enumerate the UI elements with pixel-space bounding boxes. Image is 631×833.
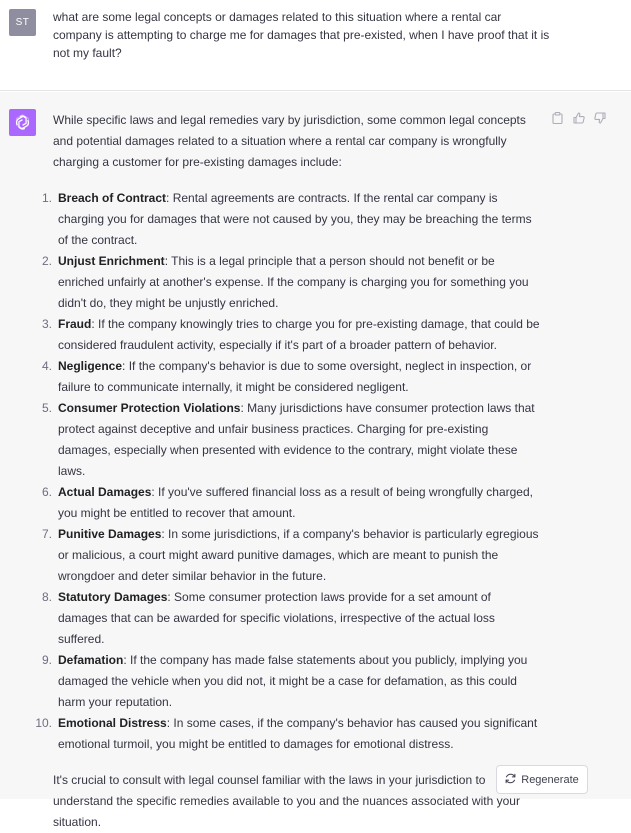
list-term: Unjust Enrichment [58, 254, 165, 268]
list-term: Statutory Damages [58, 590, 168, 604]
list-number: 3. [41, 317, 52, 331]
list-item: 4. Negligence: If the company's behavior … [42, 356, 543, 398]
list-number: 7. [41, 527, 52, 541]
list-term: Defamation [58, 653, 124, 667]
list-item: 3. Fraud: If the company knowingly tries … [42, 314, 543, 356]
assistant-intro: While specific laws and legal remedies v… [53, 113, 526, 169]
list-item: 6. Actual Damages: If you've suffered fin… [42, 482, 543, 524]
openai-logo-icon [9, 109, 36, 136]
list-term: Breach of Contract [58, 191, 167, 205]
regenerate-label: Regenerate [521, 773, 579, 786]
list-item: 8. Statutory Damages: Some consumer prote… [42, 587, 543, 650]
assistant-outro: It's crucial to consult with legal couns… [53, 773, 520, 829]
list-term: Negligence [58, 359, 123, 373]
list-text: : If the company knowingly tries to char… [58, 317, 540, 352]
legal-concepts-list: 1. Breach of Contract: Rental agreements … [35, 188, 543, 755]
list-item: 5. Consumer Protection Violations: Many j… [42, 398, 543, 482]
list-term: Fraud [58, 317, 92, 331]
list-number: 9. [41, 653, 52, 667]
list-number: 6. [41, 485, 52, 499]
list-number: 10. [35, 716, 52, 730]
list-term: Emotional Distress [58, 716, 167, 730]
clipboard-icon[interactable] [550, 110, 565, 125]
list-number: 2. [41, 254, 52, 268]
thumbs-down-icon[interactable] [592, 110, 607, 125]
refresh-icon [505, 773, 516, 787]
list-term: Punitive Damages [58, 527, 162, 541]
list-item: 1. Breach of Contract: Rental agreements … [42, 188, 543, 251]
list-item: 7. Punitive Damages: In some jurisdiction… [42, 524, 543, 587]
list-number: 4. [41, 359, 52, 373]
list-item: 2. Unjust Enrichment: This is a legal pri… [42, 251, 543, 314]
assistant-message-content: While specific laws and legal remedies v… [35, 110, 543, 833]
assistant-message-block: While specific laws and legal remedies v… [0, 92, 631, 829]
thumbs-up-icon[interactable] [571, 110, 586, 125]
user-message-text: what are some legal concepts or damages … [53, 10, 550, 60]
list-number: 1. [41, 191, 52, 205]
list-number: 8. [41, 590, 52, 604]
regenerate-button[interactable]: Regenerate [496, 765, 588, 794]
message-actions [550, 110, 607, 125]
list-text: : If the company has made false statemen… [58, 653, 528, 709]
user-message-block: ST what are some legal concepts or damag… [0, 0, 631, 91]
list-term: Actual Damages [58, 485, 152, 499]
list-term: Consumer Protection Violations [58, 401, 241, 415]
user-avatar: ST [9, 9, 36, 36]
list-item: 9. Defamation: If the company has made fa… [42, 650, 543, 713]
list-number: 5. [41, 401, 52, 415]
list-text: : If the company's behavior is due to so… [58, 359, 532, 394]
list-item: 10. Emotional Distress: In some cases, if… [35, 713, 543, 755]
